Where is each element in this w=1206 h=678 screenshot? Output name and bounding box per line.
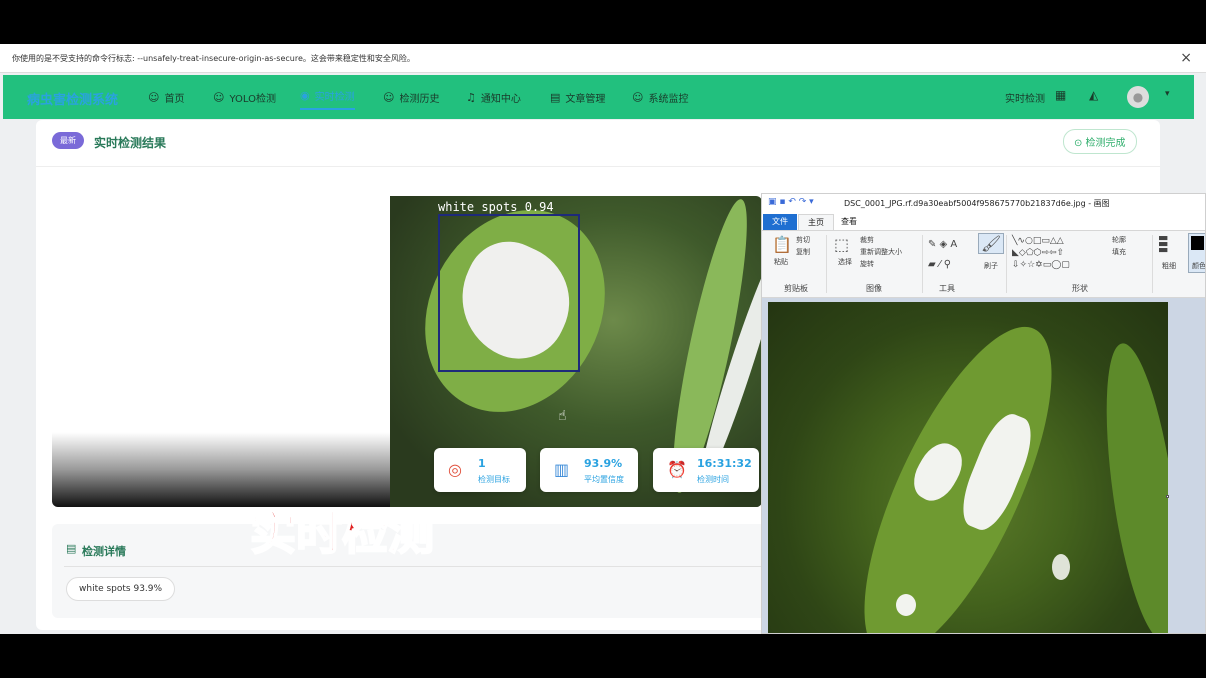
nav-label: 实时检测 bbox=[314, 92, 355, 103]
size-button[interactable]: 粗细 bbox=[1162, 261, 1176, 271]
select-button[interactable]: 选择 bbox=[838, 257, 852, 267]
color-label: 颜色 bbox=[1192, 262, 1206, 270]
stat-confidence: ▥ 93.9% 平均置信度 bbox=[540, 448, 638, 492]
group-image: 图像 bbox=[866, 284, 882, 293]
divider bbox=[36, 166, 1160, 167]
stat-targets: ◎ 1 检测目标 bbox=[434, 448, 526, 492]
stat-label: 检测时间 bbox=[697, 475, 729, 484]
outline-button[interactable]: 轮廓 bbox=[1112, 235, 1126, 245]
yolo-icon: ☺ bbox=[213, 90, 225, 104]
tab-file[interactable]: 文件 bbox=[763, 214, 797, 230]
nav-label: 首页 bbox=[164, 93, 185, 105]
ribbon-tabs: 文件 主页 查看 bbox=[762, 214, 1205, 230]
app-window: 你使用的是不受支持的命令行标志: --unsafely-treat-insecu… bbox=[0, 44, 1206, 634]
stat-time: ⏰ 16:31:32 检测时间 bbox=[653, 448, 759, 492]
nav-item-notifications[interactable]: ♫ 通知中心 bbox=[466, 89, 521, 105]
details-title: 检测详情 bbox=[82, 545, 126, 558]
top-navigation: 病虫害检测系统 ☺ 首页 ☺ YOLO检测 ◉ 实时检测 ☺ 检测历史 ♫ 通知… bbox=[3, 75, 1194, 119]
eraser-icon[interactable]: ▰ ⁄ ⚲ bbox=[928, 259, 951, 270]
stat-label: 平均置信度 bbox=[584, 475, 624, 484]
nav-label: 检测历史 bbox=[399, 93, 440, 105]
nav-item-realtime[interactable]: ◉ 实时检测 bbox=[300, 88, 355, 110]
camera-icon: ◉ bbox=[300, 89, 310, 102]
group-clipboard: 剪贴板 bbox=[784, 284, 808, 293]
nav-item-history[interactable]: ☺ 检测历史 bbox=[383, 89, 439, 105]
cursor-icon: ☝ bbox=[558, 408, 567, 424]
warning-text: 你使用的是不受支持的命令行标志: --unsafely-treat-insecu… bbox=[12, 54, 415, 63]
stat-value: 16:31:32 bbox=[697, 457, 752, 470]
home-icon: ☺ bbox=[148, 90, 160, 104]
nav-label: YOLO检测 bbox=[229, 93, 276, 105]
video-overlay-caption: 实时检测 bbox=[249, 505, 435, 561]
nav-label: 系统监控 bbox=[648, 93, 689, 105]
brand-title[interactable]: 病虫害检测系统 bbox=[27, 89, 118, 108]
document-icon: ▤ bbox=[550, 90, 561, 104]
cut-button[interactable]: 剪切 bbox=[796, 235, 810, 245]
brush-button[interactable]: 刷子 bbox=[984, 261, 998, 271]
nav-item-yolo[interactable]: ☺ YOLO检测 bbox=[213, 89, 276, 105]
chevron-down-icon[interactable]: ▾ bbox=[1165, 89, 1170, 99]
crop-button[interactable]: 裁剪 bbox=[860, 235, 874, 245]
stat-value: 93.9% bbox=[584, 457, 623, 470]
chart-icon: ▥ bbox=[554, 460, 570, 479]
nav-item-monitor[interactable]: ☺ 系统监控 bbox=[632, 89, 688, 105]
browser-warning-bar: 你使用的是不受支持的命令行标志: --unsafely-treat-insecu… bbox=[0, 44, 1206, 73]
canvas-image[interactable] bbox=[768, 302, 1168, 633]
shapes-gallery[interactable]: ╲∿○□▭△△ ◣◇⬠⬡⇨⇦⇧ ⇩✧☆✡▭◯▢ bbox=[1012, 235, 1102, 271]
grid-icon[interactable]: ▦ bbox=[1055, 88, 1066, 102]
list-icon: ▤ bbox=[66, 542, 77, 555]
bounding-box bbox=[438, 214, 580, 372]
bell-icon: ♫ bbox=[466, 90, 476, 104]
paste-icon[interactable]: 📋 bbox=[772, 235, 792, 254]
tab-view[interactable]: 查看 bbox=[832, 214, 866, 230]
close-icon[interactable]: × bbox=[1180, 44, 1192, 73]
stat-value: 1 bbox=[478, 457, 486, 470]
status-badge: ⊙ 检测完成 bbox=[1063, 129, 1137, 154]
detection-viewer: white spots 0.94 ☝ ◎ 1 检测目标 ▥ 93.9% 平均置信… bbox=[52, 196, 762, 507]
detection-chip[interactable]: white spots 93.9% bbox=[66, 577, 176, 601]
copy-button[interactable]: 复制 bbox=[796, 247, 810, 257]
divider bbox=[1152, 235, 1153, 293]
rotate-button[interactable]: 旋转 bbox=[860, 259, 874, 269]
theme-icon[interactable]: ◭ bbox=[1089, 88, 1098, 102]
alarm-clock-icon: ⏰ bbox=[667, 460, 687, 479]
ribbon: 📋 粘贴 剪切 复制 剪贴板 ⬚ 选择 裁剪 重新调整大小 旋转 图像 ✎ ◈ … bbox=[762, 230, 1206, 298]
divider bbox=[922, 235, 923, 293]
nav-item-articles[interactable]: ▤ 文章管理 bbox=[550, 89, 605, 105]
target-icon: ◎ bbox=[448, 460, 462, 479]
stat-label: 检测目标 bbox=[478, 475, 510, 484]
paste-button[interactable]: 粘贴 bbox=[774, 257, 788, 267]
detection-label: white spots 0.94 bbox=[438, 200, 554, 214]
divider bbox=[1006, 235, 1007, 293]
avatar[interactable]: ● bbox=[1127, 86, 1149, 108]
paint-title: DSC_0001_JPG.rf.d9a30eabf5004f958675770b… bbox=[844, 199, 1110, 208]
divider bbox=[826, 235, 827, 293]
paint-canvas-area bbox=[762, 298, 1205, 633]
paint-window: ▣ ▪ ↶ ↷ ▾ DSC_0001_JPG.rf.d9a30eabf5004f… bbox=[761, 193, 1206, 634]
group-tools: 工具 bbox=[939, 284, 955, 293]
size-icon[interactable]: ▬ ▬ ▬ bbox=[1158, 232, 1168, 255]
resize-handle[interactable] bbox=[1166, 495, 1169, 498]
current-page-label: 实时检测 bbox=[1005, 94, 1045, 105]
nav-item-home[interactable]: ☺ 首页 bbox=[148, 89, 184, 105]
nav-label: 文章管理 bbox=[565, 93, 606, 105]
monitor-icon: ☺ bbox=[632, 90, 644, 104]
tab-home[interactable]: 主页 bbox=[798, 214, 834, 230]
brush-icon[interactable]: 🖌 bbox=[978, 233, 1005, 254]
result-title: 实时检测结果 bbox=[94, 136, 167, 150]
group-shapes: 形状 bbox=[1072, 284, 1088, 293]
history-icon: ☺ bbox=[383, 90, 395, 104]
fill-button[interactable]: 填充 bbox=[1112, 247, 1126, 257]
latest-badge: 最新 bbox=[52, 132, 84, 149]
select-icon[interactable]: ⬚ bbox=[834, 235, 849, 254]
pencil-icon[interactable]: ✎ ◈ A bbox=[928, 239, 957, 250]
nav-label: 通知中心 bbox=[480, 93, 521, 105]
resize-button[interactable]: 重新调整大小 bbox=[860, 247, 902, 257]
